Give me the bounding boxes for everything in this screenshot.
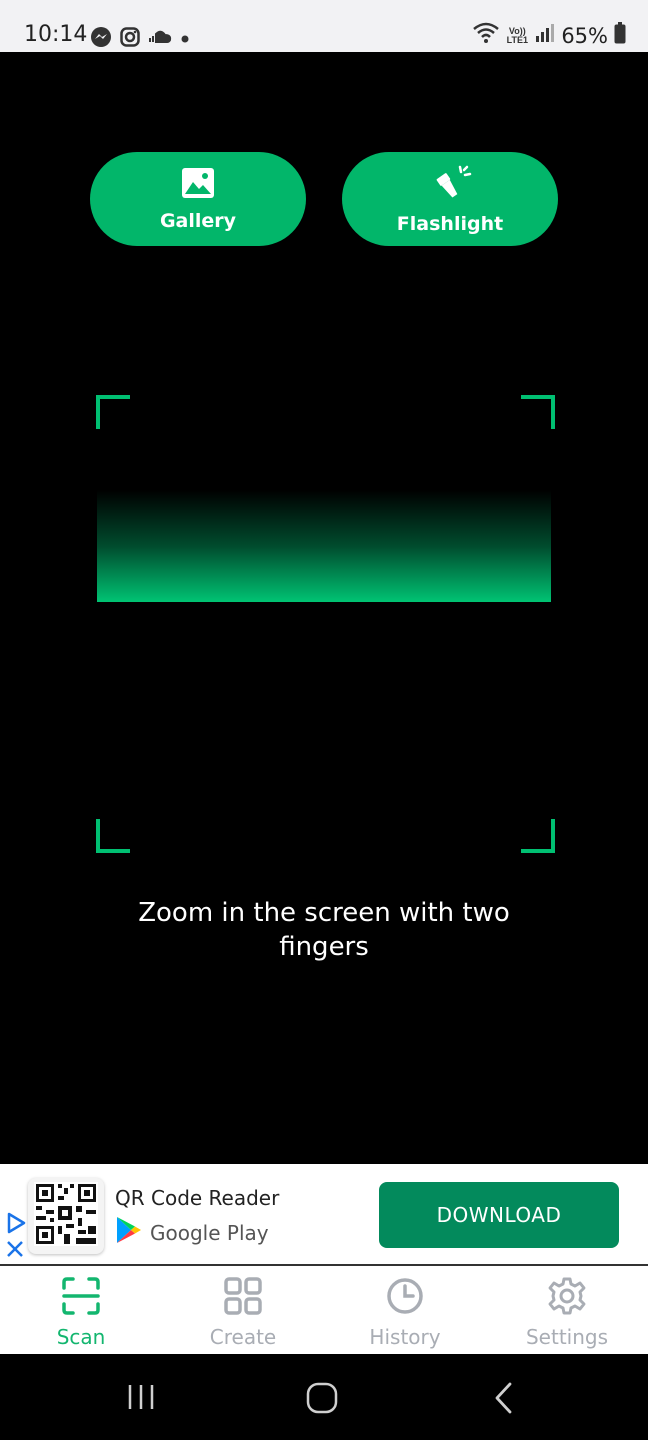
messenger-icon xyxy=(90,26,112,53)
viewfinder-corner-top-left xyxy=(96,395,130,429)
nav-label-history: History xyxy=(369,1325,441,1349)
scan-line-animation xyxy=(97,490,551,602)
ad-banner[interactable]: QR Code Reader Google Play DOWNLOAD xyxy=(0,1164,648,1266)
google-play-icon xyxy=(116,1216,142,1249)
viewfinder-corner-top-right xyxy=(521,395,555,429)
grid-icon xyxy=(223,1276,263,1321)
nav-label-settings: Settings xyxy=(525,1325,609,1349)
soundcloud-icon xyxy=(148,30,172,49)
nav-item-create[interactable]: Create xyxy=(162,1266,324,1354)
viewfinder-corner-bottom-left xyxy=(96,819,130,853)
flashlight-label: Flashlight xyxy=(396,212,504,235)
battery-percent: 65% xyxy=(561,23,608,48)
status-time: 10:14 xyxy=(24,22,88,47)
viewfinder-corner-bottom-right xyxy=(521,819,555,853)
nav-item-scan[interactable]: Scan xyxy=(0,1266,162,1354)
image-icon xyxy=(181,167,215,204)
adchoices-icon[interactable] xyxy=(4,1212,26,1265)
flashlight-icon xyxy=(428,164,472,207)
nav-item-history[interactable]: History xyxy=(324,1266,486,1354)
ad-download-button[interactable]: DOWNLOAD xyxy=(379,1182,619,1248)
back-button[interactable] xyxy=(492,1382,516,1419)
qr-code-icon xyxy=(34,1181,98,1251)
ad-app-icon[interactable] xyxy=(28,1178,104,1254)
volte-icon: Vo)) LTE1 xyxy=(505,25,529,45)
ad-store-label: Google Play xyxy=(150,1220,269,1245)
scan-viewfinder[interactable] xyxy=(96,395,551,849)
nav-item-settings[interactable]: Settings xyxy=(486,1266,648,1354)
status-bar: 10:14 Vo)) LTE1 65% xyxy=(0,0,648,52)
dot-icon xyxy=(180,31,190,49)
clock-icon xyxy=(385,1276,425,1321)
scan-icon xyxy=(61,1276,101,1321)
battery-icon xyxy=(614,22,626,49)
volte-label: Vo)) LTE1 xyxy=(506,25,528,45)
ad-store: Google Play xyxy=(116,1216,269,1249)
flashlight-button[interactable]: Flashlight xyxy=(342,152,558,246)
bottom-navigation: Scan Create History Settings xyxy=(0,1266,648,1354)
gallery-label: Gallery xyxy=(159,209,237,232)
gear-icon xyxy=(547,1276,587,1321)
signal-icon xyxy=(535,23,555,48)
recents-button[interactable] xyxy=(126,1382,156,1417)
nav-label-create: Create xyxy=(209,1325,277,1349)
notification-icons xyxy=(90,26,190,53)
gallery-button[interactable]: Gallery xyxy=(90,152,306,246)
system-status-icons: Vo)) LTE1 65% xyxy=(473,22,626,49)
instagram-icon xyxy=(120,27,140,52)
wifi-icon xyxy=(473,22,500,49)
zoom-hint: Zoom in the screen with two fingers xyxy=(138,898,510,962)
home-button[interactable] xyxy=(306,1382,338,1419)
ad-title: QR Code Reader xyxy=(115,1186,280,1210)
nav-label-scan: Scan xyxy=(56,1325,106,1349)
system-navigation-bar xyxy=(0,1354,648,1440)
